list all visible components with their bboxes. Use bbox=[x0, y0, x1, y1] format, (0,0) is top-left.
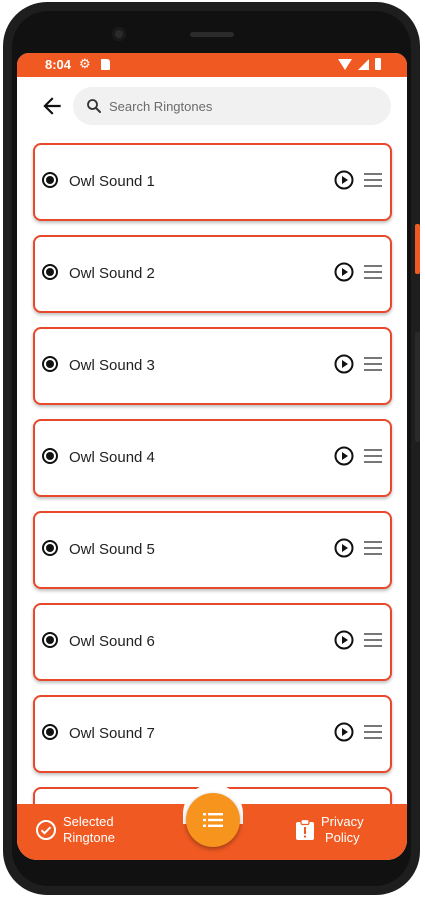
ringtone-item-3[interactable]: Owl Sound 3 bbox=[33, 327, 392, 405]
drag-handle-icon[interactable] bbox=[364, 541, 382, 555]
play-icon[interactable] bbox=[334, 262, 354, 282]
ringtone-label: Owl Sound 6 bbox=[69, 633, 155, 650]
play-icon[interactable] bbox=[334, 722, 354, 742]
ringtone-item-2[interactable]: Owl Sound 2 bbox=[33, 235, 392, 313]
ringtone-item-6[interactable]: Owl Sound 6 bbox=[33, 603, 392, 681]
privacy-policy-label-line1: Privacy bbox=[321, 814, 364, 829]
privacy-policy-label-line2: Policy bbox=[324, 830, 360, 845]
side-button-power bbox=[415, 224, 420, 274]
selected-ringtone-label-line2: Ringtone bbox=[63, 830, 116, 845]
sd-card-icon bbox=[101, 59, 110, 70]
privacy-policy-button[interactable]: Privacy Policy bbox=[295, 814, 364, 846]
clipboard-alert-icon bbox=[296, 819, 314, 840]
phone-device: 8:04 ⚙ Owl Sou bbox=[0, 0, 425, 900]
drag-handle-icon[interactable] bbox=[364, 449, 382, 463]
wifi-icon bbox=[338, 58, 352, 70]
front-camera bbox=[112, 27, 126, 41]
ringtone-item-5[interactable]: Owl Sound 5 bbox=[33, 511, 392, 589]
radio-selected-icon[interactable] bbox=[42, 448, 58, 464]
search-icon bbox=[87, 99, 101, 113]
play-icon[interactable] bbox=[334, 354, 354, 374]
privacy-policy-label: Privacy Policy bbox=[321, 814, 364, 846]
ringtone-label: Owl Sound 4 bbox=[69, 449, 155, 466]
radio-selected-icon[interactable] bbox=[42, 632, 58, 648]
earpiece-speaker bbox=[190, 32, 234, 37]
search-input[interactable] bbox=[109, 87, 379, 125]
ringtone-label: Owl Sound 2 bbox=[69, 265, 155, 282]
play-icon[interactable] bbox=[334, 538, 354, 558]
play-icon[interactable] bbox=[334, 630, 354, 650]
play-icon[interactable] bbox=[334, 170, 354, 190]
radio-selected-icon[interactable] bbox=[42, 724, 58, 740]
status-bar: 8:04 ⚙ bbox=[17, 53, 407, 77]
selected-ringtone-label-line1: Selected bbox=[63, 814, 114, 829]
drag-handle-icon[interactable] bbox=[364, 265, 382, 279]
drag-handle-icon[interactable] bbox=[364, 725, 382, 739]
top-bar bbox=[17, 77, 407, 139]
radio-selected-icon[interactable] bbox=[42, 264, 58, 280]
status-icons bbox=[338, 58, 381, 70]
drag-handle-icon[interactable] bbox=[364, 633, 382, 647]
ringtone-label: Owl Sound 5 bbox=[69, 541, 155, 558]
drag-handle-icon[interactable] bbox=[364, 173, 382, 187]
ringtone-label: Owl Sound 1 bbox=[69, 173, 155, 190]
radio-selected-icon[interactable] bbox=[42, 356, 58, 372]
ringtone-item-7[interactable]: Owl Sound 7 bbox=[33, 695, 392, 773]
ringtone-label: Owl Sound 3 bbox=[69, 357, 155, 374]
check-circle-icon bbox=[36, 820, 56, 840]
drag-handle-icon[interactable] bbox=[364, 357, 382, 371]
selected-ringtone-button[interactable]: Selected Ringtone bbox=[35, 814, 115, 846]
app-screen: 8:04 ⚙ Owl Sou bbox=[17, 53, 407, 860]
battery-icon bbox=[375, 58, 381, 70]
ringtone-item-1[interactable]: Owl Sound 1 bbox=[33, 143, 392, 221]
radio-selected-icon[interactable] bbox=[42, 540, 58, 556]
signal-icon bbox=[358, 58, 369, 70]
ringtone-item-4[interactable]: Owl Sound 4 bbox=[33, 419, 392, 497]
list-fab-button[interactable] bbox=[186, 793, 240, 847]
ringtone-list[interactable]: Owl Sound 1 Owl Sound 2 Owl Sound 3 Owl … bbox=[17, 141, 407, 804]
play-icon[interactable] bbox=[334, 446, 354, 466]
ringtone-label: Owl Sound 7 bbox=[69, 725, 155, 742]
list-icon bbox=[203, 813, 223, 827]
gear-icon: ⚙ bbox=[79, 56, 91, 71]
selected-ringtone-label: Selected Ringtone bbox=[63, 814, 115, 846]
status-time: 8:04 bbox=[45, 57, 72, 72]
side-button-volume bbox=[415, 332, 420, 442]
radio-selected-icon[interactable] bbox=[42, 172, 58, 188]
arrow-left-icon[interactable] bbox=[39, 93, 65, 119]
search-bar[interactable] bbox=[73, 87, 391, 125]
